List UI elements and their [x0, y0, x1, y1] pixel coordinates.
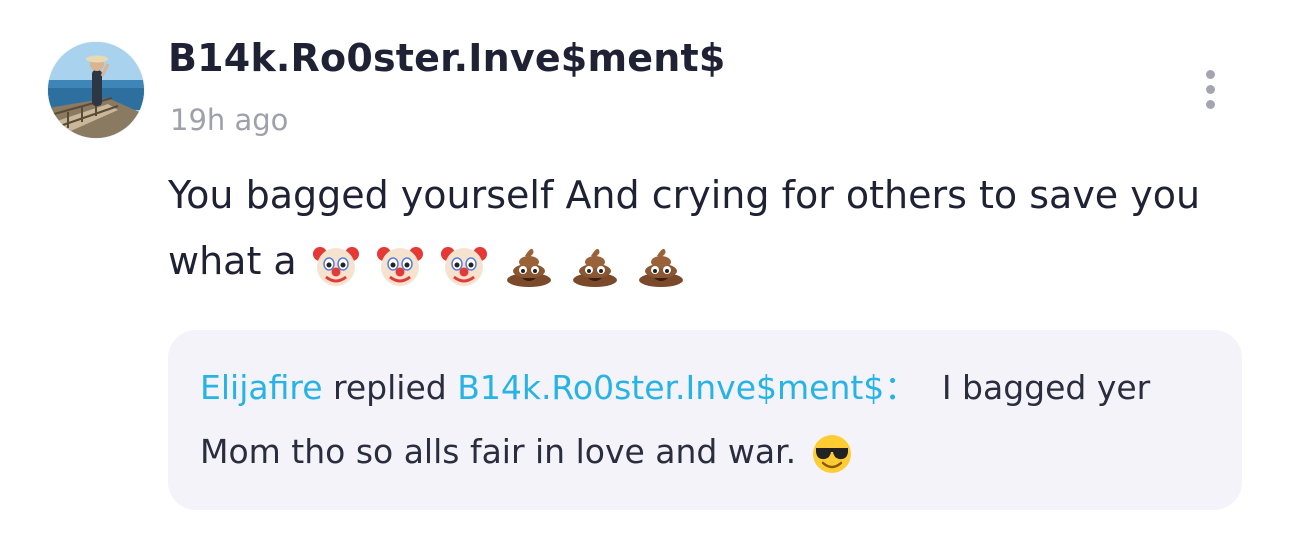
- reply-author-link[interactable]: Elijafire: [200, 368, 323, 407]
- comment-timestamp: 19h ago: [170, 103, 289, 137]
- avatar-photo: [48, 42, 144, 138]
- comment-card: B14k.Ro0ster.Inve$ment$ 19h ago You bagg…: [0, 0, 1290, 549]
- comment-emojis: [312, 231, 691, 297]
- reply-colon: ：: [884, 368, 918, 407]
- pile-of-poo-icon: [573, 248, 618, 287]
- reply-text-block: Elijafire replied B14k.Ro0ster.Inve$ment…: [200, 356, 1210, 484]
- more-options-button[interactable]: [1196, 66, 1226, 114]
- comment-body: You bagged yourself And crying for other…: [168, 162, 1238, 297]
- smiling-face-with-sunglasses-icon: [812, 434, 851, 473]
- pile-of-poo-icon: [507, 248, 552, 287]
- vertical-ellipsis-icon: [1206, 70, 1215, 79]
- clown-face-icon: [312, 247, 359, 286]
- reply-action: replied: [333, 368, 447, 407]
- comment-author[interactable]: B14k.Ro0ster.Inve$ment$: [168, 36, 725, 80]
- reply-preview[interactable]: Elijafire replied B14k.Ro0ster.Inve$ment…: [168, 330, 1242, 510]
- clown-face-icon: [441, 247, 487, 286]
- avatar[interactable]: [48, 42, 144, 138]
- clown-face-icon: [376, 247, 423, 286]
- pile-of-poo-icon: [639, 248, 684, 287]
- reply-target-link[interactable]: B14k.Ro0ster.Inve$ment$: [457, 368, 884, 407]
